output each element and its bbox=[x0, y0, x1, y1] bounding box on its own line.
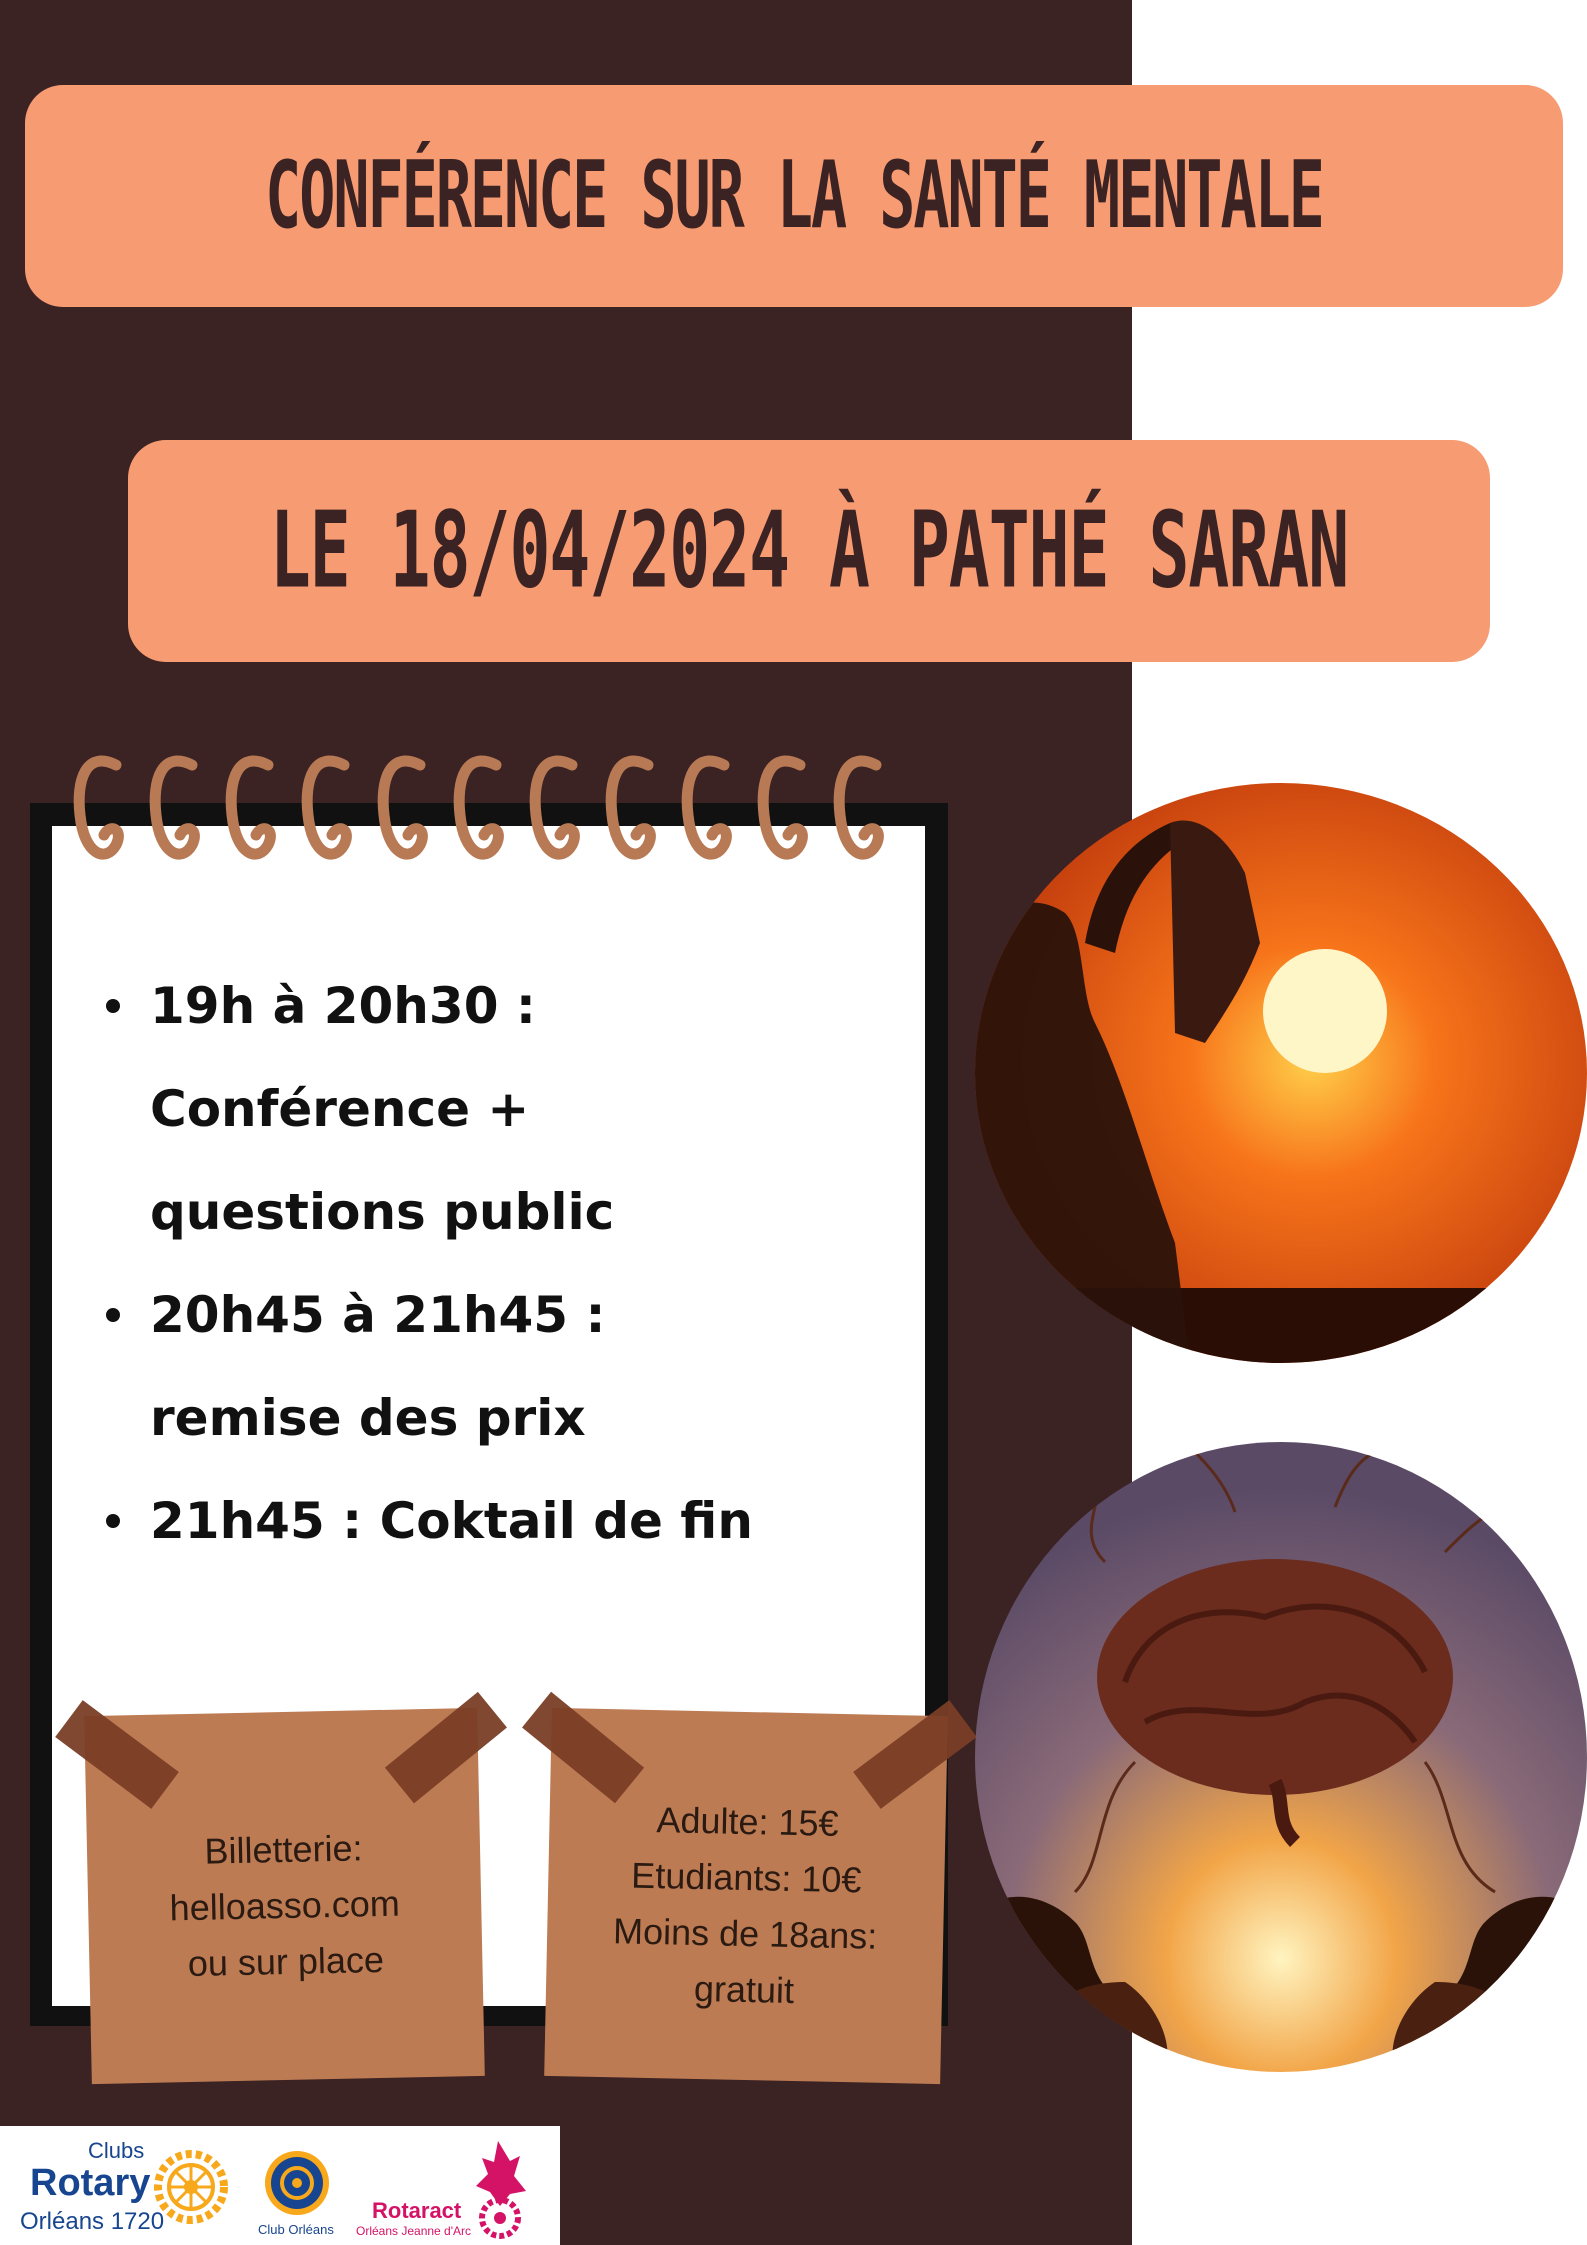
rotaract-sub: Orléans Jeanne d'Arc bbox=[356, 2224, 472, 2238]
spiral-ring-icon bbox=[605, 755, 656, 860]
brain-photo bbox=[975, 1442, 1587, 2072]
spiral-ring-icon bbox=[757, 755, 808, 860]
agenda-time: 21h45 : Coktail de fin bbox=[150, 1492, 753, 1550]
title-banner: Conférence sur la santé mentale bbox=[25, 85, 1563, 307]
agenda-item: 21h45 : Coktail de fin bbox=[100, 1470, 900, 1573]
sunset-photo bbox=[975, 783, 1587, 1363]
rotaract-name: Rotaract bbox=[372, 2198, 462, 2223]
spiral-ring-icon bbox=[301, 755, 352, 860]
price-minor-value: gratuit bbox=[693, 1967, 795, 2012]
notebook-spiral bbox=[73, 755, 884, 860]
agenda-text: remise des prix bbox=[150, 1389, 586, 1447]
date-banner: Le 18/04/2024 à Pathé Saran bbox=[128, 440, 1490, 662]
spiral-ring-icon bbox=[149, 755, 200, 860]
sponsor-logo-strip: Clubs Rotary Orléans 1720 Club Orléans R… bbox=[0, 2126, 560, 2245]
prices-note: Adulte: 15€ Etudiants: 10€ Moins de 18an… bbox=[522, 1691, 977, 2085]
rotary-clubs-label: Clubs bbox=[88, 2138, 145, 2163]
ticketing-note: Billetterie: helloasso.com ou sur place bbox=[55, 1691, 507, 2085]
ticketing-onsite: ou sur place bbox=[187, 1938, 385, 1985]
spiral-ring-icon bbox=[681, 755, 732, 860]
club-orleans-label: Club Orléans bbox=[258, 2222, 334, 2237]
agenda-item: 19h à 20h30 : Conférence + questions pub… bbox=[100, 955, 900, 1264]
spiral-ring-icon bbox=[833, 755, 884, 860]
agenda-time: 19h à 20h30 : bbox=[150, 977, 536, 1035]
ticketing-label: Billetterie: bbox=[204, 1827, 363, 1872]
agenda-item: 20h45 à 21h45 : remise des prix bbox=[100, 1264, 900, 1470]
rotary-city: Orléans 1720 bbox=[20, 2208, 165, 2235]
agenda-list: 19h à 20h30 : Conférence + questions pub… bbox=[100, 955, 900, 1573]
price-adult: Adulte: 15€ bbox=[656, 1799, 840, 1844]
rotaract-logo-icon bbox=[476, 2141, 526, 2239]
club-orleans-emblem-icon bbox=[265, 2151, 329, 2215]
agenda-time: 20h45 à 21h45 : bbox=[150, 1286, 606, 1344]
page-title: Conférence sur la santé mentale bbox=[265, 141, 1325, 251]
agenda-text: questions public bbox=[150, 1183, 615, 1241]
spiral-ring-icon bbox=[529, 755, 580, 860]
ticketing-website: helloasso.com bbox=[169, 1882, 401, 1929]
price-minor-label: Moins de 18ans: bbox=[612, 1910, 878, 1957]
rotary-wheel-icon bbox=[154, 2150, 228, 2224]
spiral-ring-icon bbox=[73, 755, 124, 860]
event-date-place: Le 18/04/2024 à Pathé Saran bbox=[269, 489, 1349, 613]
spiral-ring-icon bbox=[453, 755, 504, 860]
price-student: Etudiants: 10€ bbox=[630, 1854, 862, 1901]
spiral-ring-icon bbox=[225, 755, 276, 860]
spiral-ring-icon bbox=[377, 755, 428, 860]
rotary-name: Rotary bbox=[30, 2162, 151, 2204]
agenda-text: Conférence + bbox=[150, 1080, 530, 1138]
